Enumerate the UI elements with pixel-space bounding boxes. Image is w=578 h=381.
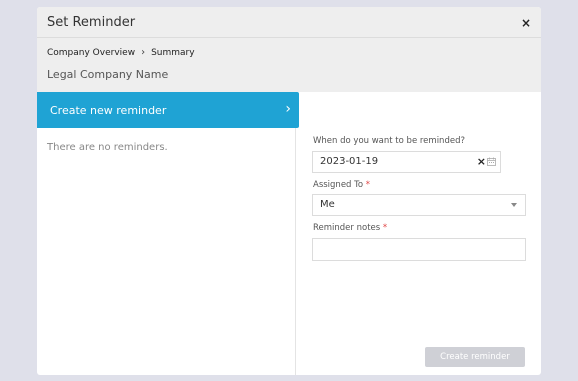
breadcrumb-company-overview[interactable]: Company Overview [47, 48, 135, 58]
company-name: Legal Company Name [47, 68, 169, 81]
empty-reminders-text: There are no reminders. [47, 142, 168, 153]
modal-title: Set Reminder [47, 15, 136, 30]
reminder-notes-label-text: Reminder notes [313, 223, 381, 233]
assigned-to-value: Me [320, 199, 335, 210]
calendar-icon[interactable] [487, 157, 496, 166]
assigned-to-label-text: Assigned To [313, 180, 364, 190]
required-marker: * [382, 223, 388, 233]
reminder-form: When do you want to be reminded? 2023-01… [296, 92, 541, 375]
date-label: When do you want to be reminded? [313, 136, 465, 146]
set-reminder-modal: Set Reminder × Company Overview › Summar… [37, 7, 541, 375]
reminder-date-input[interactable]: 2023-01-19 × [312, 151, 501, 173]
chevron-right-icon: › [141, 47, 146, 58]
reminder-list-panel: Create new reminder › There are no remin… [37, 92, 299, 375]
clear-date-icon[interactable]: × [477, 155, 486, 168]
breadcrumb-summary[interactable]: Summary [151, 48, 195, 58]
reminder-notes-label: Reminder notes * [313, 223, 387, 233]
header-divider [37, 37, 541, 38]
chevron-right-icon: › [285, 101, 291, 117]
close-icon[interactable]: × [521, 16, 531, 30]
create-new-reminder-button[interactable]: Create new reminder › [37, 92, 299, 128]
assigned-to-select[interactable]: Me [312, 194, 526, 216]
date-value: 2023-01-19 [320, 156, 379, 167]
create-new-reminder-label: Create new reminder [50, 103, 167, 117]
modal-header: Set Reminder × Company Overview › Summar… [37, 7, 541, 92]
breadcrumb: Company Overview › Summary [47, 47, 195, 58]
required-marker: * [365, 180, 371, 190]
assigned-to-label: Assigned To * [313, 180, 370, 190]
create-reminder-button[interactable]: Create reminder [425, 347, 525, 367]
caret-down-icon [511, 203, 517, 207]
reminder-notes-input[interactable] [312, 238, 526, 261]
